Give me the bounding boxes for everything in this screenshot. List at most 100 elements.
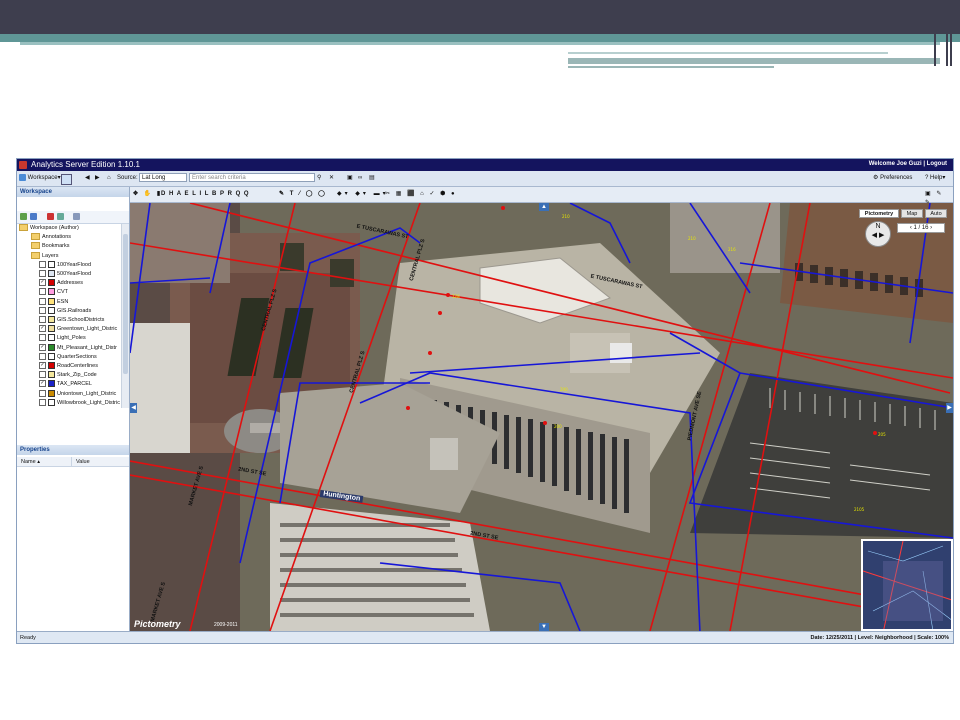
layer-checkbox[interactable]	[39, 398, 46, 406]
slide-accent-stripe	[0, 34, 960, 42]
map-tool-group-layers[interactable]: ◆▾ ◆▾ ▬▾	[337, 190, 389, 199]
tree-layer-item[interactable]: GIS.SchoolDistricts	[39, 316, 104, 325]
welcome-logout-link[interactable]: Welcome Joe Guzi | Logout	[869, 161, 947, 167]
tree-layer-item[interactable]: Light_Poles	[39, 334, 86, 343]
properties-value-column[interactable]: Value	[71, 457, 129, 467]
tree-layer-item[interactable]: Uniontown_Light_Distric	[39, 389, 116, 399]
tree-layer-item[interactable]: Stark_Zip_Code	[39, 371, 97, 380]
map-tool-group-navigate[interactable]: ✥ ✋ ▮	[133, 190, 162, 199]
slide-accent-line	[20, 42, 940, 45]
layer-checkbox[interactable]: ✓	[39, 343, 46, 351]
layer-checkbox[interactable]	[39, 316, 46, 324]
layer-checkbox[interactable]	[39, 297, 46, 305]
add-folder-icon[interactable]	[30, 213, 37, 220]
tree-item-label: RoadCenterlines	[57, 363, 98, 369]
source-select[interactable]: Lat Long	[139, 173, 187, 182]
layer-checkbox[interactable]	[39, 288, 46, 296]
preferences-button[interactable]: ⚙ Preferences	[873, 174, 912, 183]
tree-layer-item[interactable]: GIS.Railroads	[39, 306, 91, 316]
layer-checkbox[interactable]	[39, 352, 46, 360]
pictometry-watermark-year: 2009-2011	[214, 622, 238, 628]
layer-checkbox[interactable]	[39, 306, 46, 314]
layer-checkbox[interactable]: ✓	[39, 380, 46, 388]
search-input[interactable]: Enter search criteria	[189, 173, 315, 182]
workspace-menu-button[interactable]: Workspace▾	[19, 174, 61, 183]
tree-layer-item[interactable]: ✓ TAX_PARCEL	[39, 380, 92, 389]
layer-checkbox[interactable]	[39, 389, 46, 397]
pan-down-arrow-icon[interactable]: ▼	[539, 623, 549, 631]
home-icon[interactable]: ⌂	[107, 174, 111, 183]
tree-item-label: Greentown_Light_Distric	[57, 326, 118, 333]
layer-checkbox[interactable]: ✓	[39, 362, 46, 370]
tree-layer-item[interactable]: ✓ Greentown_Light_Distric	[39, 325, 117, 334]
tree-layer-item[interactable]: 100YearFlood	[39, 260, 91, 270]
properties-panel-header: Properties	[17, 445, 129, 455]
tab-map[interactable]: Map	[901, 209, 923, 218]
layer-tree: Workspace (Author) Annotations Bookmarks La…	[17, 224, 121, 408]
tree-layer-item[interactable]: QuarterSections	[39, 352, 97, 362]
image-pager[interactable]: ‹ 1 / 16 ›	[897, 223, 945, 233]
app-logo-icon	[19, 161, 27, 169]
print-icon[interactable]: ▤	[369, 174, 375, 183]
tab-pictometry[interactable]: Pictometry	[859, 209, 899, 218]
options-icon[interactable]	[73, 213, 80, 220]
tree-layer-item[interactable]: 500YearFlood	[39, 270, 91, 279]
layer-swatch-icon	[48, 371, 55, 379]
tree-item-label: 500YearFlood	[57, 271, 92, 277]
layer-swatch-icon	[48, 343, 55, 351]
pan-left-arrow-icon[interactable]: ◀	[130, 403, 137, 413]
forward-arrow-icon[interactable]: ▶	[95, 174, 100, 183]
panel-toggle-button[interactable]	[61, 174, 72, 185]
tab-auto[interactable]: Auto	[925, 209, 947, 218]
overview-minimap[interactable]	[861, 539, 953, 631]
pan-up-arrow-icon[interactable]: ▲	[539, 203, 549, 211]
layer-checkbox[interactable]: ✓	[39, 325, 46, 333]
layer-checkbox[interactable]	[39, 270, 46, 278]
tree-item-label: ESN	[57, 298, 69, 305]
layer-swatch-icon	[48, 325, 55, 333]
tree-layer-item[interactable]: Willowbrook_Light_Distric	[39, 398, 120, 408]
app-title: Analytics Server Edition 1.10.1	[31, 160, 140, 169]
tree-folder-item[interactable]: Workspace (Author)	[19, 224, 79, 233]
copy-icon[interactable]: ▣	[347, 174, 353, 183]
compass-navigation[interactable]: N ◀ ▶	[865, 221, 891, 247]
pictometry-controls: Pictometry Map Auto N ◀ ▶ ‹ 1 / 16 ›	[859, 209, 949, 257]
pan-right-arrow-icon[interactable]: ▶	[946, 403, 953, 413]
workspace-panel-header: Workspace	[17, 187, 129, 197]
tree-layer-item[interactable]: ✓ Addresses	[39, 279, 83, 288]
back-arrow-icon[interactable]: ◀	[85, 174, 90, 183]
layer-checkbox[interactable]	[39, 371, 46, 379]
tree-item-label: Bookmarks	[42, 243, 70, 250]
clear-icon[interactable]: ✕	[329, 174, 334, 183]
delete-icon[interactable]	[47, 213, 54, 220]
tree-layer-item[interactable]: CVT	[39, 288, 68, 297]
add-layer-icon[interactable]	[20, 213, 27, 220]
help-button[interactable]: ? Help▾	[925, 174, 945, 183]
refresh-icon[interactable]	[57, 213, 64, 220]
svg-text:200: 200	[560, 387, 568, 392]
slide-header-bar	[0, 0, 960, 34]
layer-checkbox[interactable]	[39, 260, 46, 268]
map-tool-group-misc[interactable]: ✂ ▦ ⬛ ⌂ ✓ ⬢ ●	[385, 190, 457, 199]
layer-checkbox[interactable]	[39, 334, 46, 342]
map-tool-group-right[interactable]: ▣ ✎ ✎	[925, 190, 953, 206]
search-icon[interactable]: ⚲	[317, 174, 321, 183]
layer-swatch-icon	[48, 306, 55, 314]
layer-checkbox[interactable]: ✓	[39, 279, 46, 287]
tree-layer-item[interactable]: ✓ Mt_Pleasant_Light_Distr	[39, 343, 117, 353]
layer-swatch-icon	[48, 398, 55, 406]
layer-swatch-icon	[48, 279, 55, 287]
link-icon[interactable]: ∞	[358, 174, 362, 183]
tree-layer-item[interactable]: ✓ RoadCenterlines	[39, 362, 98, 371]
layer-tree-scrollbar[interactable]	[121, 224, 129, 408]
tree-layer-item[interactable]: ESN	[39, 297, 69, 307]
tree-folder-item[interactable]: Layers	[31, 251, 59, 261]
map-view[interactable]: 128 200 200 205 2105 210 210 216 E TUSCARAWAS S…	[130, 203, 953, 631]
map-tool-group-annotate[interactable]: ✎ T ⁄ ◯ ◯	[279, 190, 327, 199]
properties-name-column[interactable]: Name ▴	[17, 457, 71, 467]
tree-folder-item[interactable]: Annotations	[31, 233, 71, 242]
map-tool-group-measure[interactable]: D H A E L I L B P R Q Q	[161, 190, 250, 199]
slide-decor-vline	[950, 0, 952, 66]
tree-folder-item[interactable]: Bookmarks	[31, 242, 70, 251]
slide-decor-line	[568, 52, 888, 54]
